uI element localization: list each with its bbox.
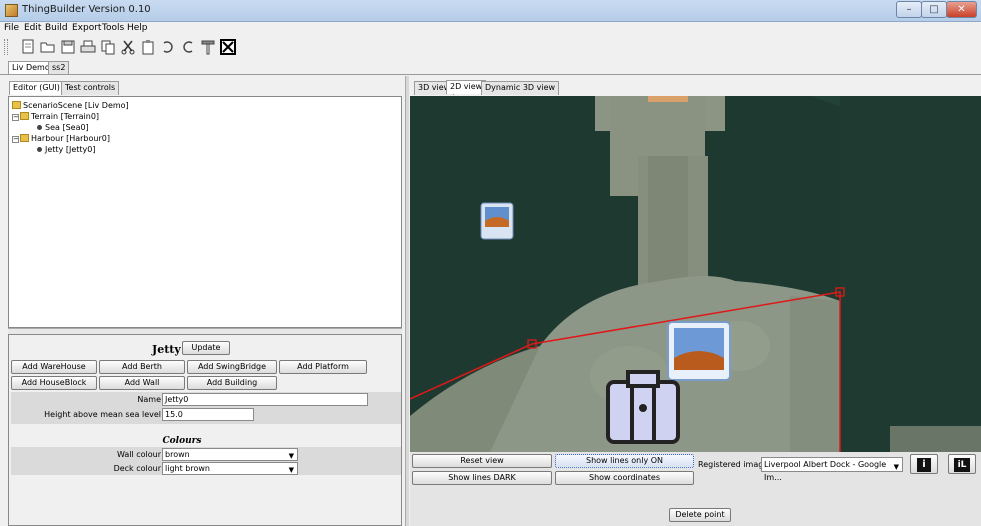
hammer-icon[interactable] bbox=[200, 39, 216, 55]
menu-export[interactable]: Export bbox=[72, 23, 101, 33]
show-lines-only-button[interactable]: Show lines only ON bbox=[555, 454, 694, 468]
menu-help[interactable]: Help bbox=[127, 23, 148, 33]
add-warehouse-button[interactable]: Add WareHouse bbox=[11, 360, 97, 374]
il-icon: iL bbox=[954, 458, 970, 472]
height-label: Height above mean sea level bbox=[44, 410, 161, 419]
tree-label: Harbour [Harbour0] bbox=[31, 134, 110, 143]
tab-editor-gui[interactable]: Editor (GUI) bbox=[9, 81, 64, 95]
open-icon[interactable] bbox=[40, 39, 56, 55]
chevron-down-icon: ▼ bbox=[288, 452, 294, 460]
menu-edit[interactable]: Edit bbox=[24, 23, 41, 33]
undo-icon[interactable] bbox=[160, 39, 176, 55]
colours-heading: Colours bbox=[162, 436, 202, 446]
toolbar bbox=[0, 36, 981, 58]
doc-tab-ss2[interactable]: ss2 bbox=[48, 61, 70, 75]
info-icon-button[interactable]: i bbox=[910, 454, 938, 474]
leaf-icon bbox=[37, 147, 42, 152]
chevron-down-icon: ▼ bbox=[288, 466, 294, 474]
camera-marker-icon[interactable] bbox=[606, 370, 680, 444]
deck-colour-value: light brown bbox=[165, 464, 210, 473]
redo-icon[interactable] bbox=[180, 39, 196, 55]
vertical-splitter[interactable] bbox=[405, 76, 409, 526]
close-box-icon[interactable] bbox=[220, 39, 236, 55]
folder-icon bbox=[20, 134, 29, 142]
collapse-icon[interactable]: − bbox=[12, 136, 19, 143]
copy-icon[interactable] bbox=[100, 39, 116, 55]
app-icon bbox=[5, 4, 18, 17]
tree-item-terrain[interactable]: − Terrain [Terrain0] bbox=[9, 111, 401, 122]
toolbar-grip[interactable] bbox=[4, 39, 8, 55]
window-title: ThingBuilder Version 0.10 bbox=[22, 4, 151, 15]
tree-label: ScenarioScene [Liv Demo] bbox=[23, 101, 129, 110]
wall-colour-select[interactable]: brown ▼ bbox=[162, 448, 298, 461]
tree-label: Sea [Sea0] bbox=[45, 123, 89, 132]
doc-tab-divider bbox=[0, 74, 981, 75]
tree-label: Terrain [Terrain0] bbox=[31, 112, 100, 121]
deck-colour-select[interactable]: light brown ▼ bbox=[162, 462, 298, 475]
collapse-icon[interactable]: − bbox=[12, 114, 19, 121]
menu-build[interactable]: Build bbox=[45, 23, 68, 33]
new-icon[interactable] bbox=[20, 39, 36, 55]
add-building-button[interactable]: Add Building bbox=[187, 376, 277, 390]
menu-file[interactable]: File bbox=[4, 23, 19, 33]
photo-marker-icon[interactable] bbox=[667, 321, 731, 381]
maximize-button[interactable]: □ bbox=[921, 1, 947, 18]
map-canvas[interactable] bbox=[410, 96, 981, 452]
wall-colour-label: Wall colour bbox=[116, 450, 161, 459]
chevron-down-icon: ▼ bbox=[893, 463, 899, 471]
tree-label: Jetty [Jetty0] bbox=[45, 145, 96, 154]
add-houseblock-button[interactable]: Add HouseBlock bbox=[11, 376, 97, 390]
menu-bar: File Edit Build Export Tools Help bbox=[0, 22, 981, 36]
scene-tree[interactable]: ScenarioScene [Liv Demo] − Terrain [Terra… bbox=[8, 96, 402, 328]
il-icon-button[interactable]: iL bbox=[948, 454, 976, 474]
folder-icon bbox=[20, 112, 29, 120]
tab-test-controls[interactable]: Test controls bbox=[61, 81, 120, 95]
tree-item-harbour[interactable]: − Harbour [Harbour0] bbox=[9, 133, 401, 144]
paste-icon[interactable] bbox=[140, 39, 156, 55]
show-lines-dark-button[interactable]: Show lines DARK bbox=[412, 471, 552, 485]
tree-item-sea[interactable]: Sea [Sea0] bbox=[9, 122, 401, 133]
save-icon[interactable] bbox=[60, 39, 76, 55]
properties-panel: Jetty Update Add WareHouse Add Berth Add… bbox=[8, 334, 402, 526]
info-icon: i bbox=[917, 458, 931, 472]
add-swingbridge-button[interactable]: Add SwingBridge bbox=[187, 360, 277, 374]
leaf-icon bbox=[37, 125, 42, 130]
map-2d-view[interactable] bbox=[410, 96, 981, 452]
show-coordinates-button[interactable]: Show coordinates bbox=[555, 471, 694, 485]
height-field[interactable]: 15.0 bbox=[162, 408, 254, 421]
deck-colour-label: Deck colour bbox=[113, 464, 161, 473]
menu-tools[interactable]: Tools bbox=[102, 23, 124, 33]
tree-item-jetty[interactable]: Jetty [Jetty0] bbox=[9, 144, 401, 155]
close-button[interactable]: ✕ bbox=[946, 1, 977, 18]
update-button[interactable]: Update bbox=[182, 341, 230, 355]
registered-image-select[interactable]: Liverpool Albert Dock - Google Im... ▼ bbox=[761, 457, 903, 482]
doc-tab-liv-demo[interactable]: Liv Demo bbox=[8, 61, 54, 75]
print-icon[interactable] bbox=[80, 39, 96, 55]
delete-point-button[interactable]: Delete point bbox=[669, 508, 731, 522]
tab-dynamic-3d-view[interactable]: Dynamic 3D view bbox=[481, 81, 560, 95]
wall-colour-value: brown bbox=[165, 450, 190, 459]
add-wall-button[interactable]: Add Wall bbox=[99, 376, 185, 390]
tree-item-scenario[interactable]: ScenarioScene [Liv Demo] bbox=[9, 100, 401, 111]
registered-image-label: Registered image bbox=[698, 460, 769, 469]
name-field[interactable]: Jetty0 bbox=[162, 393, 368, 406]
reset-view-button[interactable]: Reset view bbox=[412, 454, 552, 468]
minimize-button[interactable]: – bbox=[896, 1, 922, 18]
add-berth-button[interactable]: Add Berth bbox=[99, 360, 185, 374]
cut-icon[interactable] bbox=[120, 39, 136, 55]
name-label: Name bbox=[137, 395, 161, 404]
image-marker-icon[interactable] bbox=[480, 202, 514, 240]
folder-icon bbox=[12, 101, 21, 109]
properties-heading: Jetty bbox=[152, 343, 181, 356]
title-bar: ThingBuilder Version 0.10 – □ ✕ bbox=[0, 0, 981, 22]
add-platform-button[interactable]: Add Platform bbox=[279, 360, 367, 374]
